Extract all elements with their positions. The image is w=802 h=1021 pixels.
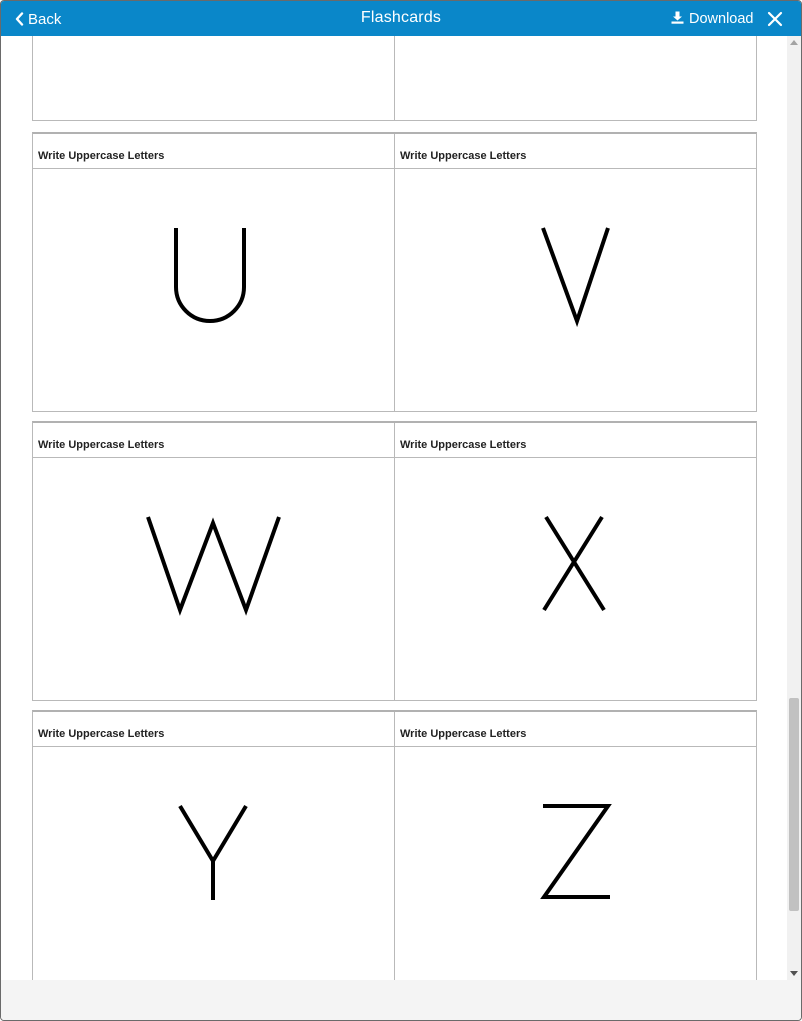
flashcard-list[interactable]: Write Uppercase Letters Write Uppercase … <box>1 36 787 980</box>
download-icon <box>671 11 684 28</box>
card-body <box>33 169 394 411</box>
card-body <box>395 169 756 411</box>
close-button[interactable] <box>766 10 784 28</box>
back-button[interactable]: Back <box>15 9 61 29</box>
letter-y-glyph <box>178 804 248 900</box>
download-label: Download <box>689 11 754 27</box>
card-body <box>33 747 394 980</box>
letter-v-glyph <box>541 227 610 328</box>
app-window: Back Flashcards Download Write Uppercase… <box>0 0 802 1021</box>
card-header: Write Uppercase Letters <box>33 423 394 458</box>
card-row: Write Uppercase Letters Write Uppercase … <box>32 710 757 980</box>
letter-w-glyph <box>146 516 281 616</box>
card-body <box>33 458 394 700</box>
letter-u-glyph <box>174 228 246 323</box>
card-body <box>395 747 756 980</box>
scrollbar-thumb[interactable] <box>789 698 799 911</box>
card-body <box>395 458 756 700</box>
card-row-partial <box>32 36 757 121</box>
flashcard: Write Uppercase Letters <box>33 712 394 980</box>
card-header: Write Uppercase Letters <box>33 134 394 169</box>
footer-bar <box>1 980 801 1020</box>
flashcard: Write Uppercase Letters <box>33 134 394 411</box>
vertical-scrollbar[interactable] <box>787 36 801 980</box>
flashcard: Write Uppercase Letters <box>33 423 394 700</box>
card-row: Write Uppercase Letters Write Uppercase … <box>32 132 757 412</box>
flashcard: Write Uppercase Letters <box>394 134 756 411</box>
flashcard <box>33 36 394 120</box>
card-header: Write Uppercase Letters <box>395 423 756 458</box>
letter-z-glyph <box>540 804 612 899</box>
close-icon <box>766 11 784 32</box>
card-row: Write Uppercase Letters Write Uppercase … <box>32 421 757 701</box>
card-header: Write Uppercase Letters <box>395 134 756 169</box>
scroll-down-arrow-icon[interactable] <box>790 971 798 976</box>
top-bar: Back Flashcards Download <box>1 1 801 36</box>
card-header: Write Uppercase Letters <box>33 712 394 747</box>
flashcard: Write Uppercase Letters <box>394 423 756 700</box>
card-header: Write Uppercase Letters <box>395 712 756 747</box>
chevron-left-icon <box>15 12 24 26</box>
download-button[interactable]: Download <box>671 10 754 28</box>
flashcard <box>394 36 756 120</box>
scroll-up-arrow-icon[interactable] <box>790 40 798 45</box>
letter-x-glyph <box>542 515 606 612</box>
flashcard: Write Uppercase Letters <box>394 712 756 980</box>
back-label: Back <box>28 10 62 28</box>
